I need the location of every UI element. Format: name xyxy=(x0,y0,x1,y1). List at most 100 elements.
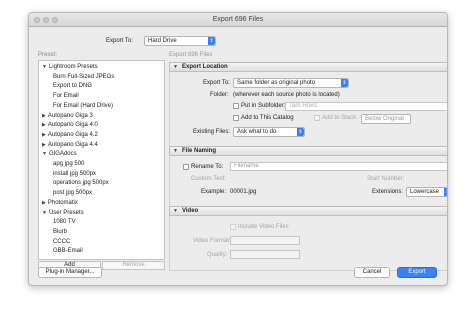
preset-item[interactable]: operations jpg 500px xyxy=(53,180,109,186)
chevron-updown-icon: ⇕ xyxy=(444,188,447,196)
extensions-select[interactable]: Lowercase ⇕ xyxy=(406,187,447,197)
location-select[interactable]: Same folder as original photo ⇕ xyxy=(233,78,349,88)
chevron-updown-icon: ⇕ xyxy=(208,37,215,45)
chevron-updown-icon: ⇕ xyxy=(341,79,348,87)
video-format-label: Video Format: xyxy=(193,238,231,244)
preset-label: GBB-Email xyxy=(53,248,83,255)
disclosure-down-icon: ▼ xyxy=(173,148,178,154)
include-video-checkbox[interactable] xyxy=(230,224,236,230)
preset-label: CCCC xyxy=(53,238,71,245)
subfolder-input[interactable]: Tarn Hows xyxy=(285,102,447,111)
preset-heading: Preset: xyxy=(38,52,58,58)
subfolder-checkbox[interactable] xyxy=(233,103,239,109)
disclosure-triangle-icon[interactable]: ▼ xyxy=(42,151,47,157)
location-value: Same folder as original photo xyxy=(237,80,316,86)
preset-item[interactable]: post jpg 500px xyxy=(53,190,92,196)
preset-item[interactable]: install jpg 500px xyxy=(53,171,96,177)
preset-label: Autopano Giga 4.2 xyxy=(47,131,98,138)
preset-folder[interactable]: ▶ Autopano Giga 4.4 xyxy=(42,142,98,148)
preset-folder[interactable]: ▼ User Presets xyxy=(42,210,84,216)
title-bar: Export 696 Files xyxy=(29,13,447,27)
example-label: Example: xyxy=(201,189,227,195)
preset-item[interactable]: GBB-Email xyxy=(53,248,83,254)
export-destination-value: Hard Drive xyxy=(148,38,177,44)
preset-label: GIGAdocs xyxy=(48,151,77,158)
preset-item[interactable]: apg jpg 500 xyxy=(53,161,84,167)
export-destination-select[interactable]: Hard Drive ⇕ xyxy=(144,36,216,46)
preset-item[interactable]: Blurb xyxy=(53,229,67,235)
disclosure-triangle-icon[interactable]: ▶ xyxy=(42,113,46,119)
preset-label: Lightroom Presets xyxy=(48,64,98,70)
disclosure-triangle-icon[interactable]: ▶ xyxy=(42,122,46,128)
disclosure-triangle-icon[interactable]: ▼ xyxy=(42,64,47,70)
quality-select[interactable] xyxy=(230,250,300,259)
rename-label: Rename To: xyxy=(191,164,224,170)
export-to-label: Export To: xyxy=(106,38,133,44)
preset-item[interactable]: CCCC xyxy=(53,239,70,245)
preset-label: For Email xyxy=(53,93,79,100)
rename-template-select[interactable]: Filename xyxy=(230,162,447,171)
rename-checkbox[interactable] xyxy=(183,164,189,170)
add-catalog-checkbox[interactable] xyxy=(233,115,239,121)
add-catalog-label: Add to This Catalog xyxy=(241,115,294,121)
remove-preset-button[interactable]: Remove xyxy=(102,261,165,270)
export-dialog: Export 696 Files Export To: Hard Drive ⇕… xyxy=(28,12,448,286)
section-video[interactable]: ▼ Video xyxy=(169,206,447,216)
section-export-location[interactable]: ▼ Export Location xyxy=(169,62,447,72)
preset-label: Burn Full-Sized JPEGs xyxy=(53,73,115,80)
preset-folder[interactable]: ▼ GIGAdocs xyxy=(42,151,77,157)
existing-files-select[interactable]: Ask what to do ⇕ xyxy=(233,127,305,137)
quality-label: Quality: xyxy=(207,252,228,258)
close-window-button[interactable] xyxy=(34,17,40,23)
cancel-button[interactable]: Cancel xyxy=(354,267,390,278)
minimize-window-button[interactable] xyxy=(43,17,49,23)
include-video-label: Include Video Files xyxy=(238,224,289,230)
video-format-select[interactable] xyxy=(230,236,300,245)
start-number-label: Start Number: xyxy=(367,176,405,182)
export-location-body: Export To: Same folder as original photo… xyxy=(169,72,447,146)
video-body: Include Video Files Video Format: Qualit… xyxy=(169,216,447,271)
disclosure-triangle-icon[interactable]: ▶ xyxy=(42,132,46,138)
preset-item[interactable]: For Email (Hard Drive) xyxy=(53,103,113,109)
preset-item[interactable]: For Email xyxy=(53,93,79,99)
example-value: 00001.jpg xyxy=(230,189,257,195)
preset-item[interactable]: 1080 TV xyxy=(53,219,76,225)
location-export-to-label: Export To: xyxy=(203,80,230,86)
section-file-naming[interactable]: ▼ File Naming xyxy=(169,146,447,156)
zoom-window-button[interactable] xyxy=(52,17,58,23)
file-naming-body: Rename To: Filename Custom Text: Start N… xyxy=(169,156,447,206)
add-stack-checkbox[interactable] xyxy=(314,115,320,121)
preset-folder[interactable]: ▶ Autopano Giga 4.0 xyxy=(42,122,98,128)
section-title: Video xyxy=(182,208,199,214)
export-button[interactable]: Export xyxy=(397,267,437,278)
chevron-updown-icon: ⇕ xyxy=(297,128,304,136)
preset-label: Autopano Giga 4.0 xyxy=(47,122,98,129)
preset-label: For Email (Hard Drive) xyxy=(53,102,114,109)
preset-label: post jpg 500px xyxy=(53,190,93,197)
preset-folder[interactable]: ▼ Lightroom Presets xyxy=(42,64,98,70)
settings-heading: Export 696 Files xyxy=(169,52,213,58)
disclosure-triangle-icon[interactable]: ▼ xyxy=(42,210,47,216)
preset-label: User Presets xyxy=(48,209,84,216)
preset-label: Export to DNG xyxy=(53,83,93,90)
preset-item[interactable]: Export to DNG xyxy=(53,83,92,89)
export-to-row: Export To: Hard Drive ⇕ xyxy=(29,35,447,49)
add-stack-label: Add to Stack: xyxy=(322,115,358,121)
disclosure-triangle-icon[interactable]: ▶ xyxy=(42,142,46,148)
disclosure-triangle-icon[interactable]: ▶ xyxy=(42,200,46,206)
preset-folder[interactable]: ▶ Photomatix xyxy=(42,200,78,206)
preset-label: Autopano Giga 3 xyxy=(47,112,93,119)
disclosure-down-icon: ▼ xyxy=(173,208,178,214)
preset-folder[interactable]: ▶ Autopano Giga 4.2 xyxy=(42,132,98,138)
extensions-label: Extensions: xyxy=(372,189,404,195)
preset-label: install jpg 500px xyxy=(53,170,97,177)
disclosure-down-icon: ▼ xyxy=(173,64,178,70)
stack-position-select[interactable]: Below Original xyxy=(361,114,411,124)
folder-label: Folder: xyxy=(210,92,229,98)
preset-folder[interactable]: ▶ Autopano Giga 3 xyxy=(42,113,93,119)
section-title: File Naming xyxy=(182,148,217,154)
subfolder-label: Put in Subfolder: xyxy=(241,103,286,109)
preset-list: ▼ Lightroom Presets Burn Full-Sized JPEGs E… xyxy=(38,60,165,260)
preset-item[interactable]: Burn Full-Sized JPEGs xyxy=(53,74,114,80)
plugin-manager-button[interactable]: Plug-in Manager... xyxy=(38,267,102,278)
